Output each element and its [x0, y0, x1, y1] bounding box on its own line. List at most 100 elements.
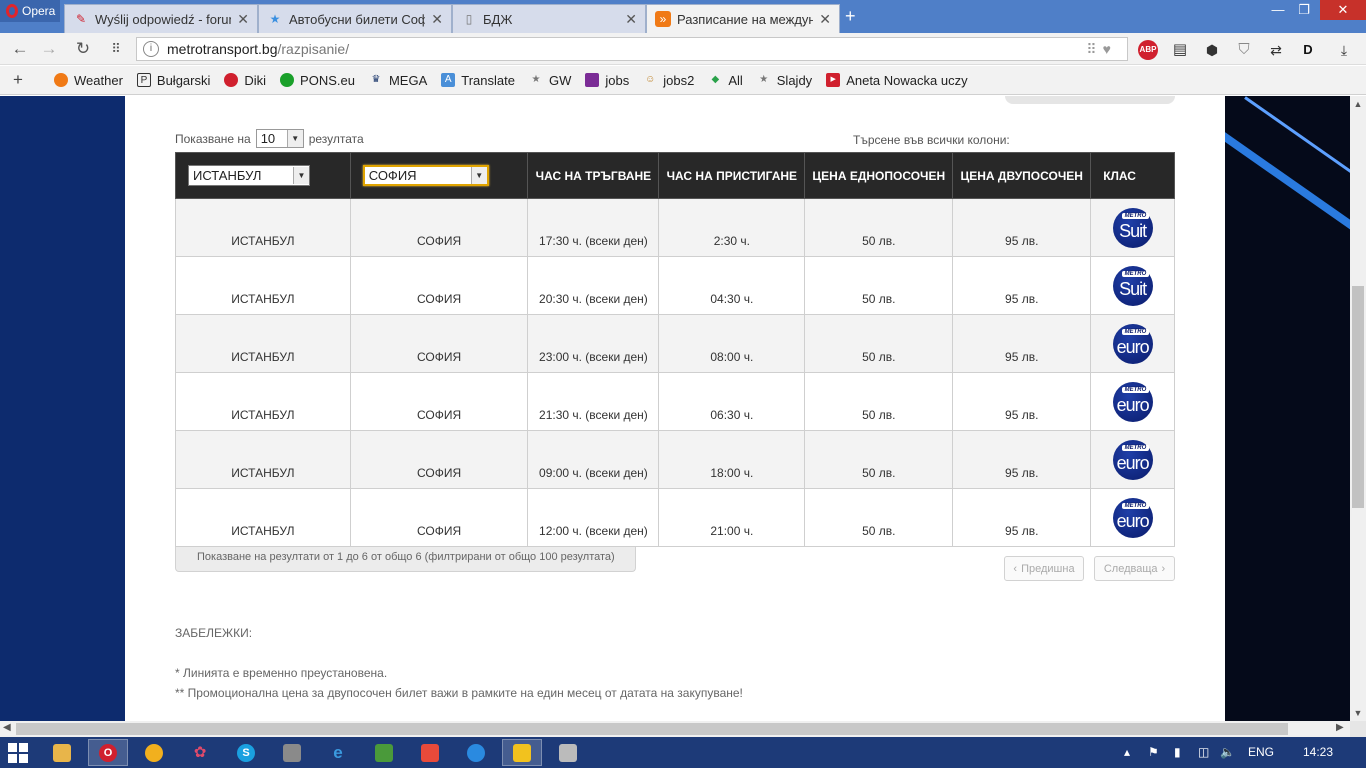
to-filter-value: СОФИЯ — [368, 168, 417, 183]
window-icon — [513, 743, 531, 762]
language-indicator[interactable]: ENG — [1248, 745, 1274, 759]
tab-forum[interactable]: ✎ Wyślij odpowiedź - forum ✕ — [64, 4, 258, 33]
metro-suit-badge-icon: METRO Suit — [1112, 207, 1153, 248]
bookmark-label: jobs — [605, 72, 630, 88]
cell-departure: 17:30 ч. (всеки ден) — [527, 198, 660, 257]
scroll-right-icon[interactable]: ▶ — [1336, 722, 1344, 733]
bird-icon — [467, 743, 485, 762]
bookmark-bulgarski[interactable]: P Bułgarski — [136, 73, 210, 88]
taskbar-app-12[interactable] — [548, 739, 588, 766]
column-header-price-oneway[interactable]: ЦЕНА ЕДНОПОСОЧЕН — [804, 152, 954, 199]
flag-icon[interactable]: ⚑ — [1148, 745, 1159, 759]
tab-bus-tickets[interactable]: ★ Автобусни билети Софи ✕ — [258, 4, 452, 33]
taskbar-app-11[interactable] — [502, 739, 542, 766]
back-icon[interactable]: ← — [9, 38, 31, 60]
close-icon[interactable]: ✕ — [237, 11, 249, 28]
taskbar-app-6[interactable] — [272, 739, 312, 766]
cell-arrival: 18:00 ч. — [658, 430, 806, 489]
close-icon[interactable]: ✕ — [819, 11, 831, 28]
badge-brand: METRO — [1121, 328, 1150, 335]
site-info-icon[interactable]: i — [143, 41, 159, 57]
extension-icon[interactable]: ⬢ — [1202, 40, 1222, 60]
bookmark-heart-icon[interactable]: ⠿♥ — [1086, 41, 1117, 58]
scroll-down-icon[interactable]: ▼ — [1350, 708, 1366, 718]
taskbar-app-8[interactable] — [364, 739, 404, 766]
skype-icon: S — [237, 743, 255, 762]
horizontal-scrollbar[interactable]: ◀ ▶ — [0, 721, 1350, 737]
bookmark-label: Slajdy — [776, 72, 813, 88]
download-icon[interactable]: ⤓ — [1334, 40, 1354, 60]
taskbar-ie[interactable]: e — [318, 739, 358, 766]
column-header-arrival[interactable]: ЧАС НА ПРИСТИГАНЕ — [658, 152, 806, 199]
address-bar[interactable]: i metrotransport.bg/razpisanie/ ⠿♥ — [136, 37, 1128, 61]
bookmark-weather[interactable]: Weather — [54, 73, 123, 88]
column-header-departure[interactable]: ЧАС НА ТРЪГВАНЕ — [527, 152, 660, 199]
network-icon[interactable]: ◫ — [1198, 745, 1209, 759]
add-bookmark-icon[interactable]: + — [0, 70, 36, 90]
from-filter-select[interactable]: ИСТАНБУЛ ▼ — [188, 165, 310, 186]
adblock-icon[interactable]: ABP — [1138, 40, 1158, 60]
bookmark-jobs2[interactable]: ☺ jobs2 — [643, 73, 694, 88]
clipboard-icon — [559, 743, 577, 762]
column-header-class[interactable]: КЛАС — [1090, 152, 1175, 199]
taskbar-skype[interactable]: S — [226, 739, 266, 766]
shield-icon[interactable]: ⛉ — [1234, 40, 1254, 60]
tab-schedule[interactable]: » Разписание на междунар ✕ — [646, 4, 840, 33]
new-tab-button[interactable]: + — [845, 6, 856, 27]
taskbar-explorer[interactable] — [42, 739, 82, 766]
forward-icon[interactable]: → — [38, 38, 60, 60]
taskbar-app-10[interactable] — [456, 739, 496, 766]
bookmark-diki[interactable]: Diki — [224, 73, 266, 88]
diamond-icon: ◆ — [711, 74, 720, 85]
page-length-select[interactable]: 10 ▼ — [255, 129, 304, 148]
battery-icon[interactable]: ▮ — [1174, 745, 1181, 759]
cell-from: ИСТАНБУЛ — [175, 488, 351, 547]
chevron-down-icon: ▼ — [286, 130, 303, 147]
column-header-price-return[interactable]: ЦЕНА ДВУПОСОЧЕН — [952, 152, 1092, 199]
table-row: ИСТАНБУЛ СОФИЯ 12:00 ч. (всеки ден) 21:0… — [175, 488, 1175, 547]
to-filter-select[interactable]: СОФИЯ ▼ — [362, 165, 489, 186]
close-icon[interactable]: ✕ — [625, 11, 637, 28]
restore-icon[interactable]: ❐ — [1286, 0, 1322, 20]
cell-class: METRO Suit — [1090, 198, 1175, 257]
sync-icon[interactable]: ⇄ — [1266, 40, 1286, 60]
dictionary-extension-icon[interactable]: D — [1298, 40, 1318, 60]
previous-page-button[interactable]: ‹ Предишна — [1004, 556, 1084, 581]
close-icon[interactable]: ✕ — [431, 11, 443, 28]
badge-brand: METRO — [1121, 444, 1150, 451]
scroll-up-icon[interactable]: ▲ — [1350, 99, 1366, 109]
bookmark-all[interactable]: ◆ All — [708, 73, 742, 88]
reload-icon[interactable]: ↻ — [72, 38, 94, 60]
news-icon[interactable]: ▤ — [1170, 40, 1190, 60]
taskbar-app-3[interactable] — [134, 739, 174, 766]
bookmark-aneta[interactable]: ▶ Aneta Nowacka uczy — [826, 73, 968, 88]
windows-start-icon[interactable] — [8, 743, 28, 763]
taskbar-app-4[interactable]: ✿ — [180, 739, 220, 766]
vertical-scrollbar[interactable]: ▲ ▼ — [1350, 96, 1366, 721]
bookmark-translate[interactable]: A Translate — [441, 73, 515, 88]
scrollbar-thumb[interactable] — [16, 723, 1288, 735]
bookmark-gw[interactable]: ★ GW — [529, 73, 572, 88]
window-close-icon[interactable]: ✕ — [1320, 0, 1366, 20]
tab-bdz[interactable]: ▯ БДЖ ✕ — [452, 4, 646, 33]
taskbar-paint[interactable] — [410, 739, 450, 766]
bookmark-jobs[interactable]: jobs — [585, 73, 629, 88]
badge-brand: METRO — [1121, 386, 1150, 393]
scroll-left-icon[interactable]: ◀ — [3, 722, 11, 733]
tab-title: Разписание на междунар — [677, 11, 814, 27]
taskbar-opera[interactable]: O — [88, 739, 128, 766]
notes-title: ЗАБЕЛЕЖКИ: — [175, 626, 253, 640]
orange-site-icon: » — [655, 11, 671, 27]
speed-dial-icon[interactable]: ⠿ — [105, 38, 127, 60]
tray-expand-icon[interactable]: ▴ — [1124, 745, 1130, 759]
scrollbar-thumb[interactable] — [1352, 286, 1364, 508]
cell-departure: 20:30 ч. (всеки ден) — [527, 256, 660, 315]
clock[interactable]: 14:23 — [1303, 745, 1333, 759]
opera-menu-button[interactable]: Opera — [0, 0, 60, 22]
next-page-button[interactable]: Следваща › — [1094, 556, 1175, 581]
badge-class-label: Suit — [1119, 279, 1147, 299]
bookmark-slajdy[interactable]: ★ Slajdy — [757, 73, 812, 88]
volume-icon[interactable]: 🔈 — [1220, 745, 1235, 759]
bookmark-mega[interactable]: ♛ MEGA — [369, 73, 427, 88]
bookmark-pons[interactable]: PONS.eu — [280, 73, 355, 88]
